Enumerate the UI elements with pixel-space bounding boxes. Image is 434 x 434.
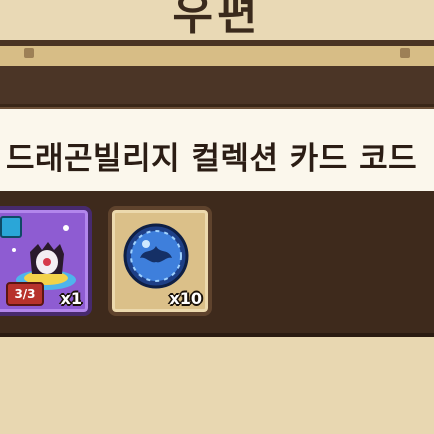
frame-band: [0, 46, 434, 68]
reward-item-coin[interactable]: x10: [108, 206, 212, 316]
bottom-panel: [0, 337, 434, 434]
rivet-right: [400, 48, 410, 58]
page-title: 우편: [172, 0, 262, 40]
rivet-left: [24, 48, 34, 58]
reward-quantity: x1: [60, 289, 82, 308]
reward-quantity: x10: [169, 289, 202, 308]
frame-dark-band: [0, 66, 434, 106]
mail-title-bar[interactable]: 드래곤빌리지 컬렉션 카드 코드: [0, 104, 434, 194]
reward-item-costume[interactable]: 3/3 x1: [0, 206, 92, 316]
mail-screen: 우편 드래곤빌리지 컬렉션 카드 코드 3/3 x1 x10: [0, 0, 434, 434]
mail-title: 드래곤빌리지 컬렉션 카드 코드: [6, 141, 418, 177]
stack-count-badge: 3/3: [6, 282, 44, 306]
